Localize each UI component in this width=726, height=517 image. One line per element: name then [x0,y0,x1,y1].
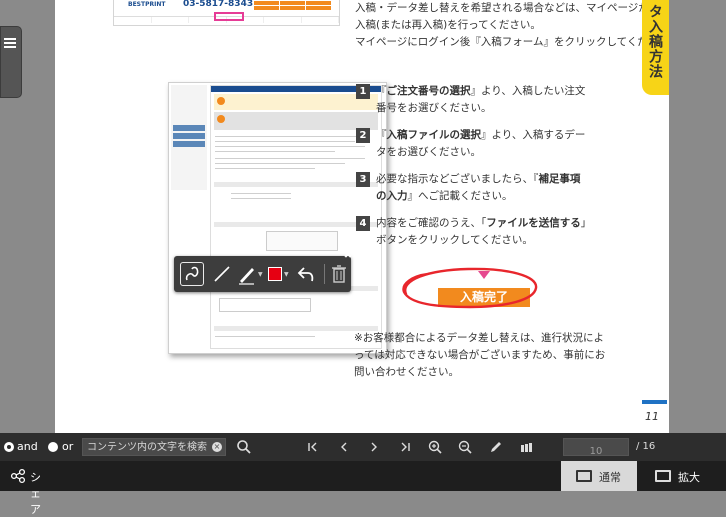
thumbnail-badges [254,1,334,10]
view-zoom-button[interactable]: 拡大 [640,461,726,491]
page-number-box [563,438,629,460]
share-button[interactable]: シェア [10,468,41,516]
zoom-in-button[interactable] [427,439,443,455]
section-side-tab: タ入稿方法 [642,0,669,95]
first-page-icon [308,442,317,452]
pen-caret-icon: ▼ [258,271,263,278]
page-list-button[interactable] [518,439,534,455]
share-label: シェア [30,471,41,516]
list-icon [4,38,16,50]
zoom-out-icon [458,440,472,454]
line-tool-button[interactable] [210,262,234,286]
search-icon [237,440,251,454]
search-input[interactable] [87,439,209,455]
annotate-button[interactable] [488,439,504,455]
chevron-left-icon [341,442,347,452]
step-4-number: 4 [356,216,370,231]
line-icon [214,266,230,282]
step-4: 4 内容をご確認のうえ、「ファイルを送信する」ボタンをクリックしてください。 [356,215,588,249]
intro-paragraph: 入稿・データ差し替えを希望される場合などは、マイページから 入稿(または再入稿)… [355,0,669,51]
thumbnail-panel-toggle[interactable] [0,26,22,98]
page-total: / 16 [636,441,656,452]
note-paragraph: ※お客様都合によるデータ差し替えは、進行状況によっては対応できない場合がございま… [354,332,606,378]
page-number-bar [642,400,667,404]
color-swatch [268,267,282,281]
delete-button[interactable] [328,262,352,286]
page-number: 11 [645,410,659,423]
zoom-view-icon [655,470,671,482]
search-mode-and-radio[interactable] [4,442,14,452]
section-side-tab-label: タ入稿方法 [647,4,663,79]
pencil-icon [491,442,501,452]
share-icon [10,468,26,484]
last-page-icon [401,442,410,452]
step-2-number: 2 [356,128,370,143]
undo-icon [297,267,314,282]
pen-tool-button[interactable]: ▼ [236,262,263,286]
toolbar-divider [324,264,325,284]
step-1: 1 『ご注文番号の選択』より、入稿したい注文番号をお選びください。 [356,83,588,117]
document-page: BESTPRINT 03-5817-8343 入稿・データ差し替えを希望される場… [55,0,669,433]
upload-form-screenshot [168,82,387,354]
steps-list: 1 『ご注文番号の選択』より、入稿したい注文番号をお選びください。 2 『入稿フ… [356,83,588,259]
search-mode-or-radio[interactable] [48,442,58,452]
page-number-input[interactable] [564,443,628,460]
zoom-out-button[interactable] [457,439,473,455]
search-box: × [82,438,226,456]
freehand-circle-annotation [402,267,538,309]
color-picker-button[interactable]: ▼ [266,262,290,286]
zoom-in-icon [428,440,442,454]
freehand-tool-button[interactable] [180,262,204,286]
bestprint-logo: BESTPRINT [128,1,166,8]
freehand-icon [185,266,199,281]
step-1-number: 1 [356,84,370,99]
step-2: 2 『入稿ファイルの選択』より、入稿するデータをお選びください。 [356,127,588,161]
top-screenshot-thumbnail: BESTPRINT 03-5817-8343 [113,0,340,26]
chevron-right-icon [371,442,377,452]
search-mode-or-label: or [62,440,74,453]
previous-page-button[interactable] [336,439,352,455]
color-caret-icon: ▼ [284,271,289,278]
step-4-keyword: ファイルを送信する [486,217,581,229]
thumbnail-phone-number: 03-5817-8343 [183,0,254,9]
search-toolbar: and or × [0,433,726,461]
view-normal-label: 通常 [599,471,621,484]
step-2-keyword: 入稿ファイルの選択 [386,129,482,141]
normal-view-icon [576,470,592,482]
search-mode-and-label: and [17,440,38,453]
pages-icon [521,443,532,452]
entry-form-highlight [214,12,244,21]
view-zoom-label: 拡大 [678,471,700,484]
intro-line-1: 入稿・データ差し替えを希望される場合などは、マイページから [355,2,660,14]
view-normal-button[interactable]: 通常 [561,461,637,491]
bottom-bar: シェア 通常 拡大 [0,461,726,516]
step-1-keyword: ご注文番号の選択 [386,85,471,97]
undo-button[interactable] [294,262,318,286]
first-page-button[interactable] [305,439,321,455]
search-button[interactable] [236,439,252,455]
clear-search-icon[interactable]: × [212,442,222,452]
pen-icon [239,268,254,285]
next-page-button[interactable] [366,439,382,455]
intro-line-3: マイページにログイン後『入稿フォーム』をクリックしてください。 [355,36,669,48]
annotation-toolbar: ▼ ▼ [174,256,351,292]
step-3-number: 3 [356,172,370,187]
last-page-button[interactable] [397,439,413,455]
thumbnail-sidebar [171,85,207,190]
trash-icon [332,265,346,283]
close-annotation-toolbar-icon[interactable]: ✖ [343,249,353,260]
intro-line-2: 入稿(または再入稿)を行ってください。 [355,19,541,31]
step-3: 3 必要な指示などございましたら、『補足事項の入力』へご記載ください。 [356,171,588,205]
